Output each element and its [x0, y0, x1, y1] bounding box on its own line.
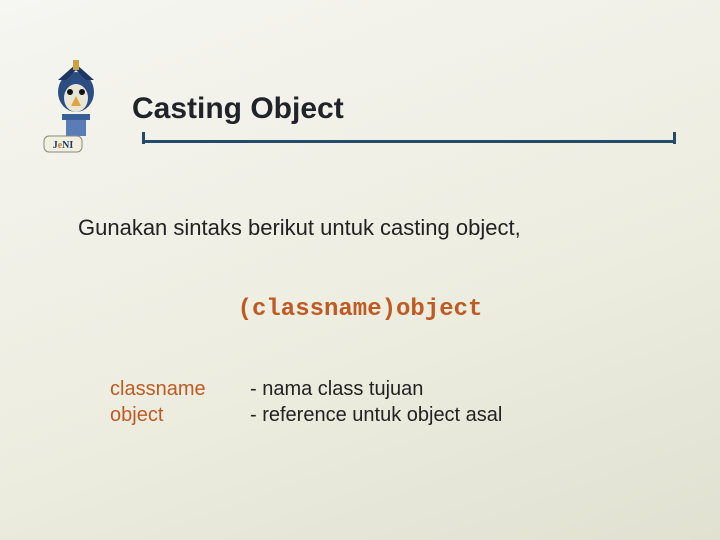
jeni-logo: JeNI — [40, 58, 112, 156]
slide-title: Casting Object — [132, 92, 680, 126]
intro-paragraph: Gunakan sintaks berikut untuk casting ob… — [78, 214, 660, 242]
syntax-code: (classname)object — [0, 296, 720, 323]
desc-classname: - nama class tujuan — [250, 376, 423, 402]
definition-row: object - reference untuk object asal — [110, 402, 660, 428]
svg-text:JeNI: JeNI — [53, 140, 74, 151]
mascot-icon: JeNI — [40, 58, 112, 156]
title-underline — [132, 136, 680, 146]
desc-object: - reference untuk object asal — [250, 402, 502, 428]
term-object: object — [110, 402, 250, 428]
term-classname: classname — [110, 376, 250, 402]
title-block: Casting Object — [132, 92, 680, 146]
definitions-list: classname - nama class tujuan object - r… — [110, 376, 660, 428]
definition-row: classname - nama class tujuan — [110, 376, 660, 402]
